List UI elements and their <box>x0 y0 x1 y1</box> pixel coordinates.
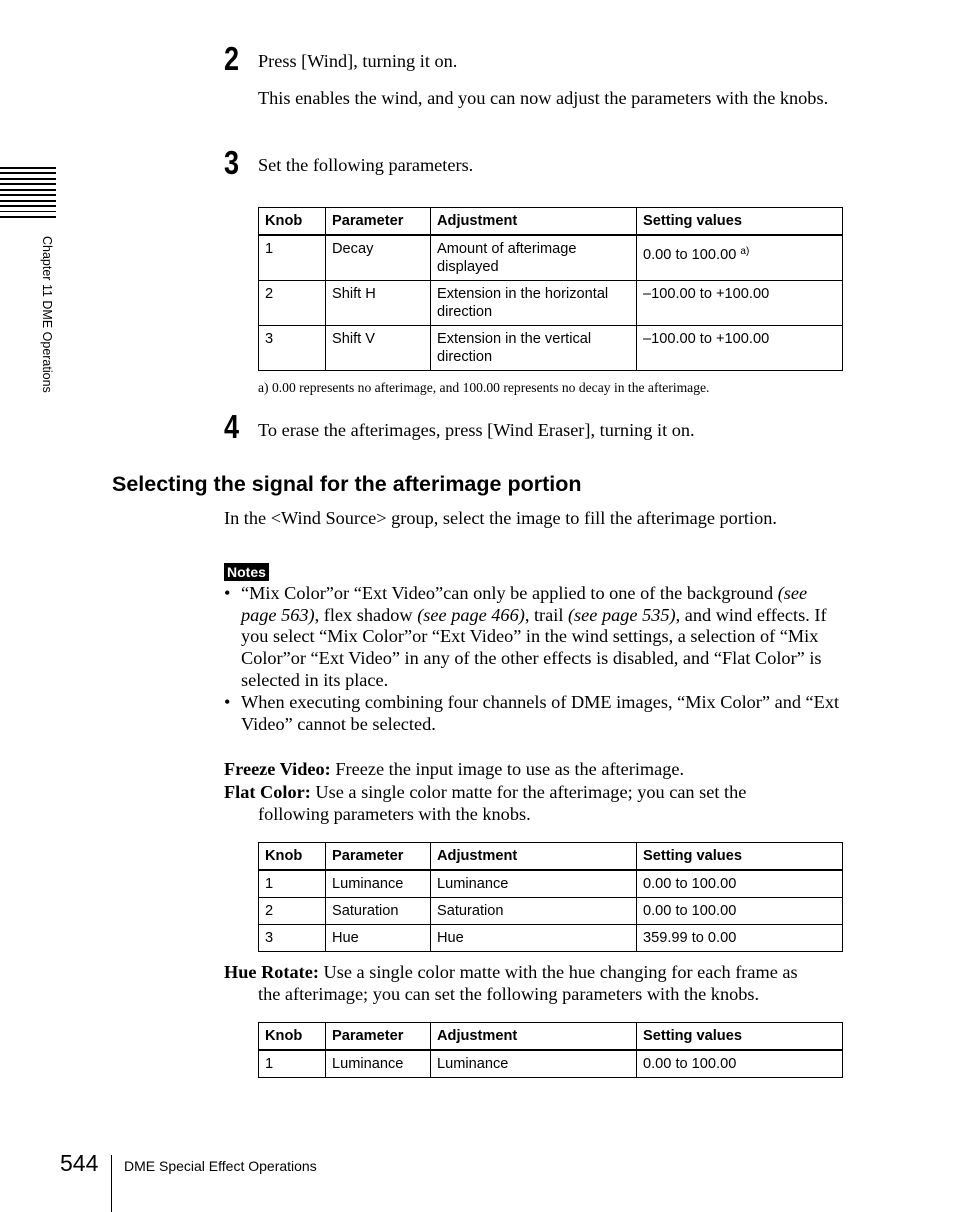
wind-parameters-table: Knob Parameter Adjustment Setting values… <box>258 207 843 371</box>
cell-adjustment: Amount of afterimage displayed <box>430 234 637 281</box>
table-row: 3 Hue Hue 359.99 to 0.00 <box>258 924 843 952</box>
cell-parameter: Decay <box>325 234 431 281</box>
header-adjustment: Adjustment <box>430 207 637 236</box>
table-row: 1 Luminance Luminance 0.00 to 100.00 <box>258 869 843 898</box>
cell-values: 0.00 to 100.00 <box>636 869 843 898</box>
table-row: 2 Saturation Saturation 0.00 to 100.00 <box>258 897 843 925</box>
term-hue-rotate: Hue Rotate: Use a single color matte wit… <box>224 961 844 1005</box>
page-reference: (see page 466) <box>417 604 525 625</box>
term-description: Use a single color matte for the afterim… <box>315 782 747 802</box>
page-reference: (see page 535) <box>567 604 676 625</box>
table-row: 1 Decay Amount of afterimage displayed 0… <box>258 234 843 281</box>
cell-adjustment: Luminance <box>430 869 637 898</box>
term-flat-color: Flat Color: Use a single color matte for… <box>224 781 844 825</box>
bullet-icon: • <box>224 692 231 712</box>
step-4-text: To erase the afterimages, press [Wind Er… <box>258 420 695 440</box>
note-item-2-text: When executing combining four channels o… <box>241 692 844 735</box>
term-description: Freeze the input image to use as the aft… <box>335 759 685 779</box>
cell-knob: 1 <box>258 1049 326 1078</box>
table-footnote: a) 0.00 represents no afterimage, and 10… <box>258 380 710 395</box>
cell-knob: 2 <box>258 897 326 925</box>
term-description-cont: following parameters with the knobs. <box>258 804 531 824</box>
note-item-2: • When executing combining four channels… <box>224 692 844 735</box>
footnote-ref: a) <box>740 246 750 257</box>
bullet-icon: • <box>224 583 231 603</box>
step-3-text: Set the following parameters. <box>258 155 474 175</box>
cell-values: –100.00 to +100.00 <box>636 325 843 371</box>
table-row: 3 Shift V Extension in the vertical dire… <box>258 325 843 371</box>
term-label: Flat Color: <box>224 782 311 802</box>
header-knob: Knob <box>258 1022 326 1051</box>
note-item-1: • “Mix Color”or “Ext Video”can only be a… <box>224 583 844 692</box>
cell-parameter: Hue <box>325 924 431 952</box>
header-parameter: Parameter <box>325 842 431 871</box>
cell-values: 0.00 to 100.00 a) <box>636 234 843 281</box>
term-label: Hue Rotate: <box>224 962 319 982</box>
step-2-text: Press [Wind], turning it on. <box>258 51 458 71</box>
note-text-segment: , flex shadow <box>314 604 418 625</box>
flat-color-table: Knob Parameter Adjustment Setting values… <box>258 842 843 952</box>
cell-parameter: Shift V <box>325 325 431 371</box>
notes-badge: Notes <box>224 563 269 581</box>
cell-adjustment: Extension in the vertical direction <box>430 325 637 371</box>
note-text-segment: When executing combining four channels o… <box>241 692 840 734</box>
table-row: 1 Luminance Luminance 0.00 to 100.00 <box>258 1049 843 1078</box>
step-number-3: 3 <box>224 144 240 181</box>
header-parameter: Parameter <box>325 207 431 236</box>
cell-knob: 2 <box>258 280 326 326</box>
cell-adjustment: Saturation <box>430 897 637 925</box>
header-setting-values: Setting values <box>636 842 843 871</box>
cell-values: 0.00 to 100.00 <box>636 897 843 925</box>
cell-knob: 1 <box>258 869 326 898</box>
cell-adjustment: Hue <box>430 924 637 952</box>
cell-adjustment: Extension in the horizontal direction <box>430 280 637 326</box>
note-item-1-text: “Mix Color”or “Ext Video”can only be app… <box>241 583 844 692</box>
table-header-row: Knob Parameter Adjustment Setting values <box>258 207 843 236</box>
hue-rotate-table: Knob Parameter Adjustment Setting values… <box>258 1022 843 1078</box>
step-number-4: 4 <box>224 408 240 445</box>
header-setting-values: Setting values <box>636 207 843 236</box>
note-text-segment: “Mix Color”or “Ext Video”can only be app… <box>241 583 778 603</box>
term-freeze-video: Freeze Video: Freeze the input image to … <box>224 758 844 780</box>
header-knob: Knob <box>258 842 326 871</box>
cell-parameter: Shift H <box>325 280 431 326</box>
term-label: Freeze Video: <box>224 759 331 779</box>
header-adjustment: Adjustment <box>430 842 637 871</box>
cell-parameter: Saturation <box>325 897 431 925</box>
header-setting-values: Setting values <box>636 1022 843 1051</box>
section-heading: Selecting the signal for the afterimage … <box>112 472 582 496</box>
chapter-label-text: Chapter 11 DME Operations <box>40 236 54 393</box>
cell-values: 0.00 to 100.00 <box>636 1049 843 1078</box>
footer-divider <box>111 1155 112 1212</box>
header-adjustment: Adjustment <box>430 1022 637 1051</box>
cell-knob: 3 <box>258 924 326 952</box>
footer-title: DME Special Effect Operations <box>124 1158 317 1174</box>
table-header-row: Knob Parameter Adjustment Setting values <box>258 1022 843 1051</box>
step-number-2: 2 <box>224 40 240 77</box>
section-intro: In the <Wind Source> group, select the i… <box>224 508 777 528</box>
cell-parameter: Luminance <box>325 869 431 898</box>
cell-parameter: Luminance <box>325 1049 431 1078</box>
cell-adjustment: Luminance <box>430 1049 637 1078</box>
cell-knob: 1 <box>258 234 326 281</box>
header-parameter: Parameter <box>325 1022 431 1051</box>
page-number: 544 <box>60 1150 99 1176</box>
cell-knob: 3 <box>258 325 326 371</box>
cell-values: –100.00 to +100.00 <box>636 280 843 326</box>
chapter-tab-stripes <box>0 167 56 222</box>
term-description-cont: the afterimage; you can set the followin… <box>258 984 760 1004</box>
cell-values-text: 0.00 to 100.00 <box>643 247 737 263</box>
table-row: 2 Shift H Extension in the horizontal di… <box>258 280 843 326</box>
note-text-segment: , trail <box>524 604 568 625</box>
cell-values: 359.99 to 0.00 <box>636 924 843 952</box>
step-2-detail: This enables the wind, and you can now a… <box>258 88 829 108</box>
table-header-row: Knob Parameter Adjustment Setting values <box>258 842 843 871</box>
chapter-side-label: Chapter 11 DME Operations <box>40 236 54 436</box>
header-knob: Knob <box>258 207 326 236</box>
term-description: Use a single color matte with the hue ch… <box>323 962 798 982</box>
